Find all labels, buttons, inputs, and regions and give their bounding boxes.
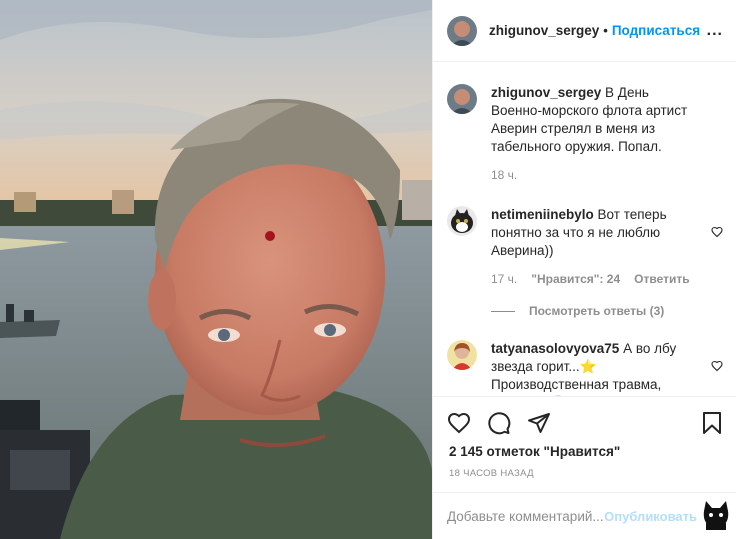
- comment-avatar[interactable]: [447, 206, 477, 236]
- replies-divider: [491, 310, 515, 312]
- comment-avatar[interactable]: [447, 340, 477, 370]
- selfie-image: [0, 0, 432, 539]
- heart-icon[interactable]: [447, 411, 471, 435]
- post-header: zhigunov_sergey • Подписаться ...: [433, 0, 736, 62]
- comment-item: netimeniinebylo Вот теперь понятно за чт…: [447, 184, 723, 288]
- follow-button[interactable]: Подписаться: [612, 23, 700, 38]
- post-photo[interactable]: [0, 0, 432, 539]
- caption-avatar[interactable]: [447, 84, 477, 114]
- view-replies-label: Посмотреть ответы (3): [529, 304, 665, 318]
- profile-avatar[interactable]: [447, 15, 477, 46]
- caption-username[interactable]: zhigunov_sergey: [491, 85, 601, 100]
- comment-heart-icon[interactable]: [711, 360, 723, 372]
- comments-list[interactable]: zhigunov_sergey В День Военно-морского ф…: [433, 62, 736, 396]
- post-timestamp[interactable]: 18 ЧАСОВ НАЗАД: [449, 468, 534, 479]
- paper-plane-icon[interactable]: [527, 411, 551, 435]
- action-bar: [433, 396, 736, 448]
- comment-input[interactable]: Добавьте комментарий...: [447, 509, 604, 524]
- add-comment-bar: Добавьте комментарий... Опубликовать: [433, 492, 736, 539]
- caption-time[interactable]: 18 ч.: [491, 166, 517, 184]
- comment-heart-icon[interactable]: [711, 226, 723, 238]
- comment-username[interactable]: netimeniinebylo: [491, 207, 594, 222]
- comment-likes[interactable]: "Нравится": 24: [531, 270, 620, 288]
- separator-dot: •: [603, 23, 608, 38]
- caption: zhigunov_sergey В День Военно-морского ф…: [447, 62, 723, 184]
- header-username[interactable]: zhigunov_sergey: [489, 23, 599, 38]
- view-replies[interactable]: Посмотреть ответы (3): [491, 304, 723, 318]
- comment-username[interactable]: tatyanasolovyova75: [491, 341, 619, 356]
- more-options-icon[interactable]: ...: [707, 22, 723, 40]
- comment-item: tatyanasolovyova75 А во лбу звезда горит…: [447, 318, 723, 396]
- post-panel: zhigunov_sergey • Подписаться ... zhigun…: [432, 0, 736, 539]
- cat-watermark: [703, 501, 729, 530]
- comment-icon[interactable]: [487, 411, 511, 435]
- bookmark-icon[interactable]: [701, 411, 723, 435]
- comment-time[interactable]: 17 ч.: [491, 270, 517, 288]
- likes-count[interactable]: 2 145 отметок "Нравится": [449, 444, 620, 459]
- post-button[interactable]: Опубликовать: [604, 509, 697, 524]
- reply-button[interactable]: Ответить: [634, 270, 689, 288]
